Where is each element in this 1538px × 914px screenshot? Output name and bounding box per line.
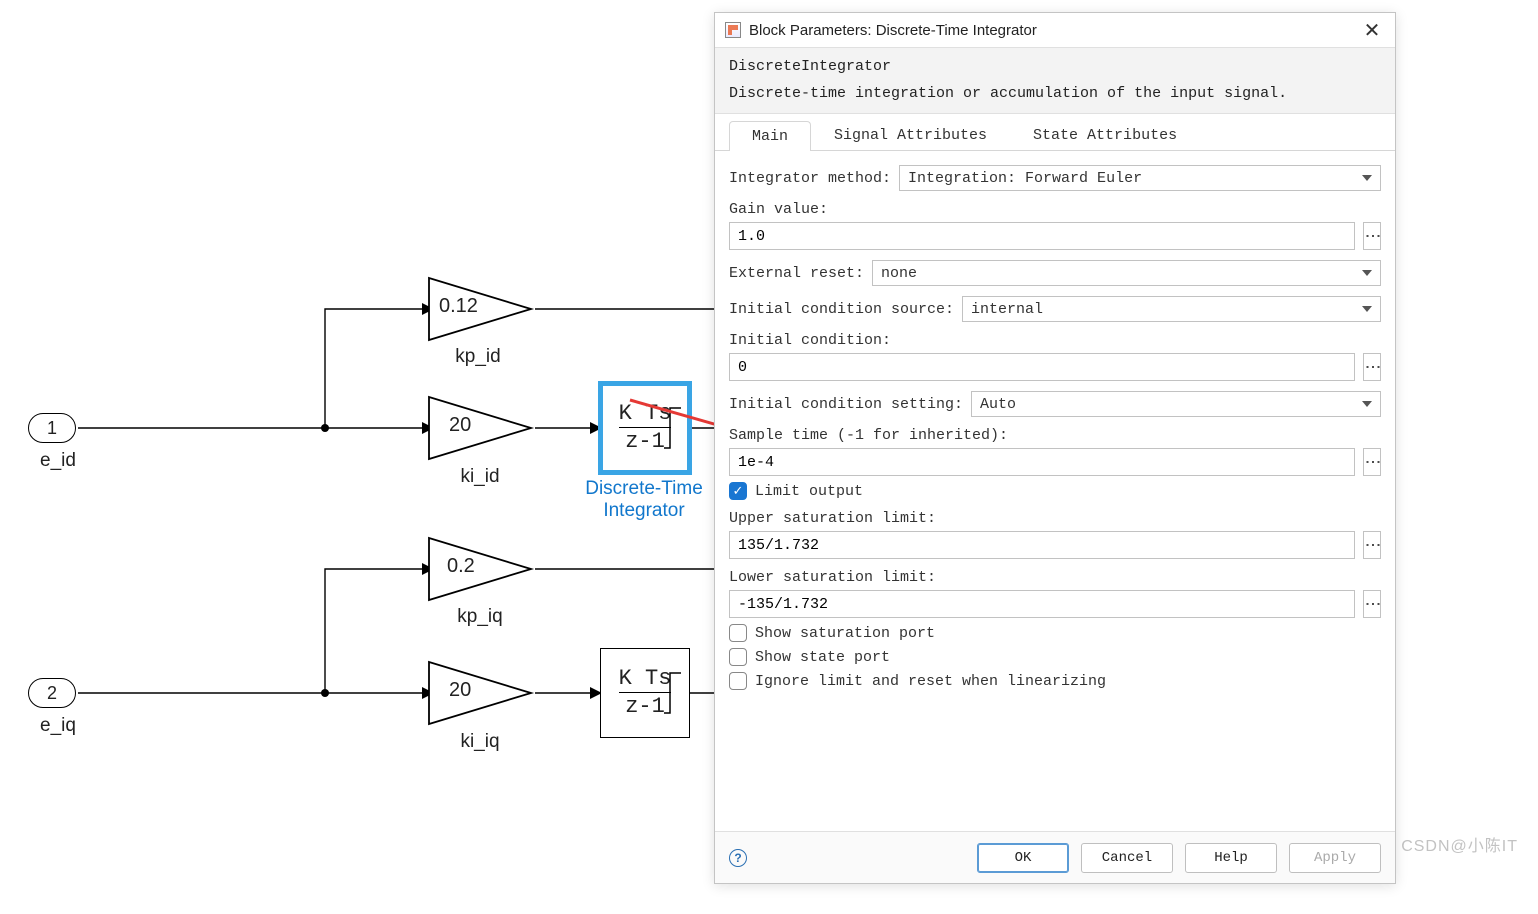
inport-number: 1: [47, 418, 57, 439]
block-parameters-dialog[interactable]: Block Parameters: Discrete-Time Integrat…: [714, 12, 1396, 884]
input-lower-sat[interactable]: [729, 590, 1355, 618]
gain-value: 0.12: [439, 295, 478, 318]
tab-signal-attributes[interactable]: Signal Attributes: [811, 120, 1010, 150]
input-upper-sat[interactable]: [729, 531, 1355, 559]
label-upper-sat: Upper saturation limit:: [729, 510, 936, 527]
more-button-sample-time[interactable]: ⋮: [1363, 448, 1381, 476]
label-show-state-port: Show state port: [755, 649, 890, 666]
checkbox-limit-output[interactable]: [729, 482, 747, 500]
gain-kp-id[interactable]: 0.12: [425, 274, 535, 344]
checkbox-ignore-limit[interactable]: [729, 672, 747, 690]
inport-2[interactable]: 2: [28, 678, 76, 708]
more-button-gain[interactable]: ⋮: [1363, 222, 1381, 250]
ok-button[interactable]: OK: [977, 843, 1069, 873]
chevron-down-icon: [1362, 401, 1372, 407]
form-main: Integrator method: Integration: Forward …: [715, 151, 1395, 831]
more-button-lower[interactable]: ⋮: [1363, 590, 1381, 618]
dialog-title: Block Parameters: Discrete-Time Integrat…: [749, 22, 1359, 39]
titlebar: Block Parameters: Discrete-Time Integrat…: [715, 13, 1395, 47]
dropdown-value: none: [881, 265, 917, 282]
dropdown-initial-cond-source[interactable]: internal: [962, 296, 1381, 322]
saturation-icon: [661, 663, 683, 723]
more-button-upper[interactable]: ⋮: [1363, 531, 1381, 559]
gain-kp-iq[interactable]: 0.2: [425, 534, 535, 604]
tab-bar: Main Signal Attributes State Attributes: [715, 114, 1395, 151]
dropdown-value: Auto: [980, 396, 1016, 413]
gain-label-ki-id: ki_id: [440, 466, 520, 488]
checkbox-show-state-port[interactable]: [729, 648, 747, 666]
gain-value: 20: [449, 414, 471, 437]
gain-value: 20: [449, 679, 471, 702]
input-gain-value[interactable]: [729, 222, 1355, 250]
label-gain-value: Gain value:: [729, 201, 828, 218]
label-initial-condition: Initial condition:: [729, 332, 891, 349]
gain-ki-iq[interactable]: 20: [425, 658, 535, 728]
inport-1[interactable]: 1: [28, 413, 76, 443]
help-icon[interactable]: ?: [729, 849, 747, 867]
chevron-down-icon: [1362, 270, 1372, 276]
label-limit-output: Limit output: [755, 483, 863, 500]
inport-number: 2: [47, 683, 57, 704]
block-description: Discrete-time integration or accumulatio…: [729, 83, 1381, 106]
gain-label-kp-id: kp_id: [438, 346, 518, 368]
label-ignore-limit: Ignore limit and reset when linearizing: [755, 673, 1106, 690]
label-initial-cond-setting: Initial condition setting:: [729, 396, 963, 413]
checkbox-show-sat-port[interactable]: [729, 624, 747, 642]
watermark: CSDN@小陈IT: [1401, 832, 1518, 856]
inport-label-e-iq: e_iq: [28, 715, 88, 737]
integrator-label-1: Discrete-Time Integrator: [574, 478, 714, 522]
tab-main[interactable]: Main: [729, 121, 811, 151]
discrete-time-integrator-2[interactable]: K Ts z-1: [600, 648, 690, 738]
input-sample-time[interactable]: [729, 448, 1355, 476]
dropdown-external-reset[interactable]: none: [872, 260, 1381, 286]
label-external-reset: External reset:: [729, 265, 864, 282]
gain-label-kp-iq: kp_iq: [440, 606, 520, 628]
cancel-button[interactable]: Cancel: [1081, 843, 1173, 873]
label-show-sat-port: Show saturation port: [755, 625, 935, 642]
chevron-down-icon: [1362, 175, 1372, 181]
description-panel: DiscreteIntegrator Discrete-time integra…: [715, 47, 1395, 114]
label-lower-sat: Lower saturation limit:: [729, 569, 936, 586]
dropdown-value: Integration: Forward Euler: [908, 170, 1142, 187]
simulink-canvas: 1 e_id 2 e_iq 0.12 kp_id 20 ki_id 0.2 kp…: [0, 0, 714, 914]
input-initial-condition[interactable]: [729, 353, 1355, 381]
apply-button[interactable]: Apply: [1289, 843, 1381, 873]
inport-label-e-id: e_id: [28, 450, 88, 472]
help-button[interactable]: Help: [1185, 843, 1277, 873]
block-type-name: DiscreteIntegrator: [729, 56, 1381, 79]
label-sample-time: Sample time (-1 for inherited):: [729, 427, 1008, 444]
gain-label-ki-iq: ki_iq: [440, 731, 520, 753]
app-icon: [725, 22, 741, 38]
chevron-down-icon: [1362, 306, 1372, 312]
gain-ki-id[interactable]: 20: [425, 393, 535, 463]
dropdown-initial-cond-setting[interactable]: Auto: [971, 391, 1381, 417]
dropdown-value: internal: [971, 301, 1043, 318]
button-bar: ? OK Cancel Help Apply: [715, 831, 1395, 883]
gain-value: 0.2: [447, 555, 475, 578]
more-button-ic[interactable]: ⋮: [1363, 353, 1381, 381]
label-integrator-method: Integrator method:: [729, 170, 891, 187]
tab-state-attributes[interactable]: State Attributes: [1010, 120, 1200, 150]
close-button[interactable]: ✕: [1359, 17, 1385, 43]
dropdown-integrator-method[interactable]: Integration: Forward Euler: [899, 165, 1381, 191]
label-initial-cond-source: Initial condition source:: [729, 301, 954, 318]
